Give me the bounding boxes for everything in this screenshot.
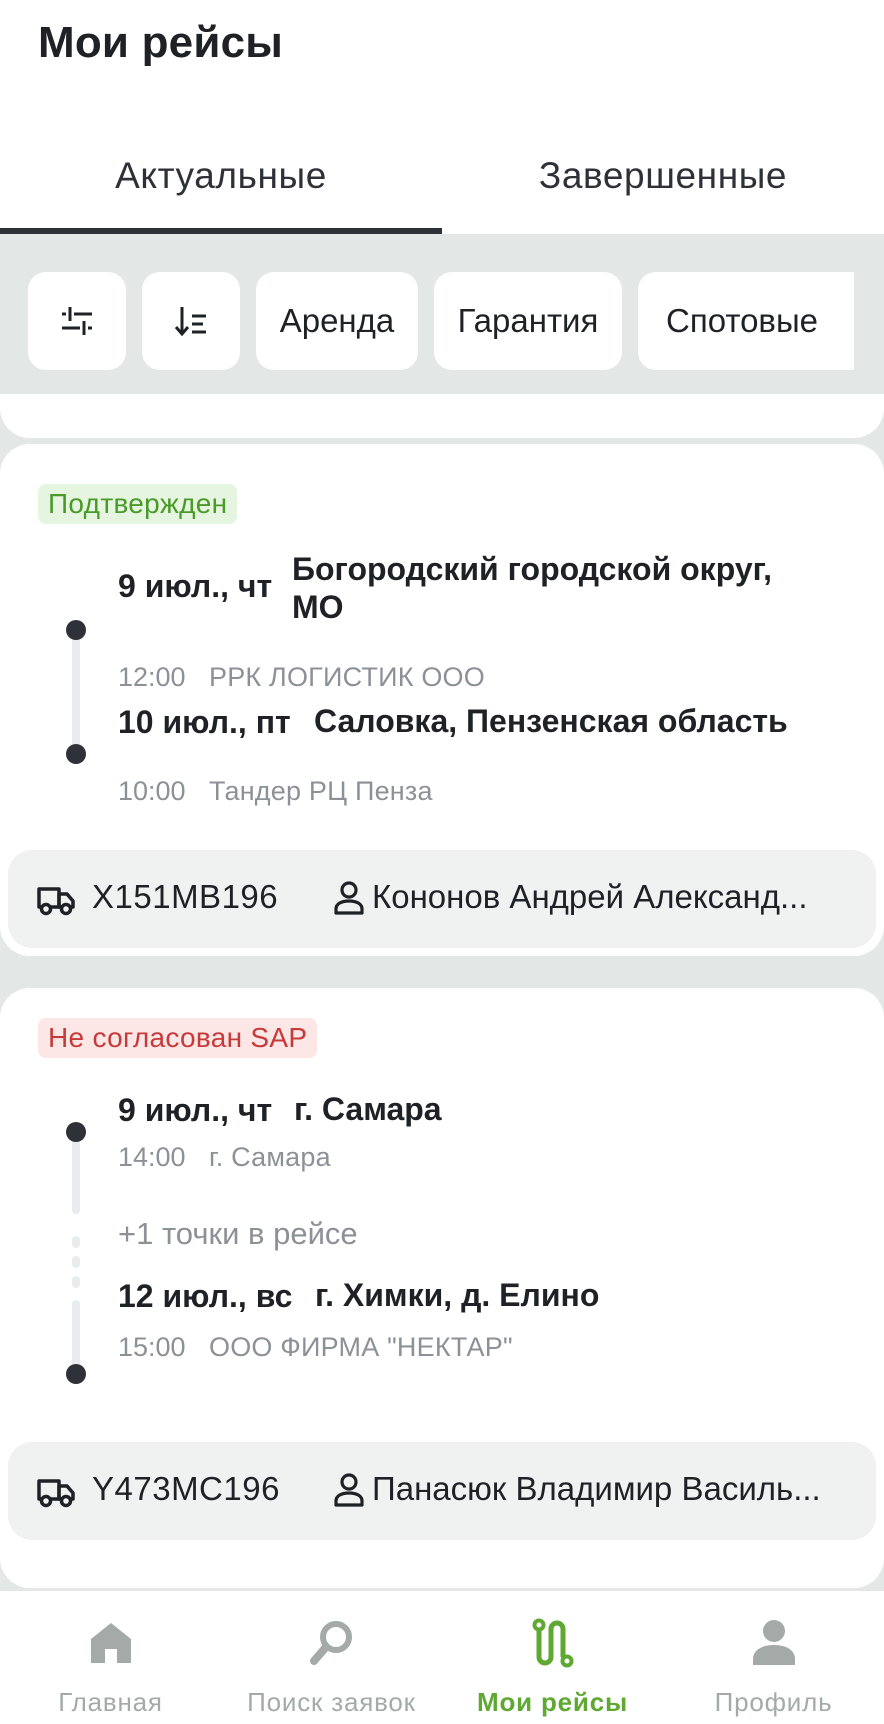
stop-organization: Тандер РЦ Пенза (209, 776, 433, 806)
stop-time: 15:00 (118, 1332, 186, 1362)
stop-organization: г. Самара (209, 1142, 331, 1172)
timeline-line (72, 1132, 80, 1214)
vehicle-driver-row[interactable]: Y473MC196 Панасюк Владимир Василь... (8, 1442, 876, 1540)
person-icon (334, 881, 364, 915)
vehicle-plate: Х151МВ196 (92, 878, 279, 915)
driver-name: Кононов Андрей Александ... (372, 878, 808, 915)
stop-date: 9 июл., чт (118, 568, 273, 604)
previous-trip-card[interactable] (0, 394, 884, 438)
stop-time: 14:00 (118, 1142, 186, 1172)
search-icon (309, 1621, 352, 1665)
driver-name: Панасюк Владимир Василь... (372, 1470, 821, 1507)
tab-completed-trips[interactable]: Завершенные (442, 118, 884, 234)
vehicle-plate: Y473MC196 (92, 1470, 280, 1507)
nav-home[interactable]: Главная (0, 1591, 221, 1724)
stop-place: г. Химки, д. Елино (315, 1277, 600, 1313)
nav-profile-label: Профиль (714, 1687, 833, 1717)
page-title: Мои рейсы (38, 18, 284, 67)
filter-chips-scroll[interactable]: Аренда Гарантия Спотовые (28, 272, 854, 370)
filter-bar: Аренда Гарантия Спотовые (0, 234, 884, 394)
stop-dot (66, 1122, 86, 1142)
stop-place: Богородский городской округ, МО (292, 551, 773, 625)
stop-place: Саловка, Пензенская область (314, 703, 788, 739)
route-icon (532, 1618, 573, 1668)
timeline-line-dash (72, 1236, 80, 1248)
status-badge: Подтвержден (38, 484, 238, 524)
filter-chip-rent[interactable]: Аренда (256, 272, 418, 370)
stop-organization: РРК ЛОГИСТИК ООО (209, 662, 485, 692)
stop-dot (66, 744, 86, 764)
stop-time: 10:00 (118, 776, 186, 806)
stop-date: 9 июл., чт (118, 1092, 273, 1128)
sort-button[interactable] (142, 272, 240, 370)
nav-home-label: Главная (58, 1687, 163, 1717)
nav-search[interactable]: Поиск заявок (221, 1591, 442, 1724)
app-header: Мои рейсы (0, 0, 884, 110)
status-badge: Не согласован SAP (38, 1018, 318, 1058)
filter-chip-spot[interactable]: Спотовые (638, 272, 854, 370)
truck-icon (37, 1479, 75, 1508)
timeline-line (72, 630, 80, 748)
sort-icon (174, 307, 206, 337)
nav-my-trips-label: Мои рейсы (477, 1687, 628, 1717)
filter-settings-button[interactable] (28, 272, 126, 370)
nav-search-label: Поиск заявок (247, 1687, 416, 1717)
vehicle-driver-row[interactable]: Х151МВ196 Кононов Андрей Александ... (8, 850, 876, 948)
stop-date: 12 июл., вс (118, 1278, 293, 1314)
stop-place: г. Самара (294, 1091, 442, 1127)
stop-date: 10 июл., пт (118, 704, 291, 740)
timeline-line-dash (72, 1276, 80, 1288)
stop-time: 12:00 (118, 662, 186, 692)
tab-bar: Актуальные Завершенные (0, 118, 884, 234)
stop-organization: ООО ФИРМА "НЕКТАР" (209, 1332, 513, 1362)
trip-card[interactable]: Подтвержден 9 июл., чт Богородский город… (0, 444, 884, 956)
timeline-line (72, 1300, 80, 1372)
trip-card[interactable]: Не согласован SAP 9 июл., чт г. Самара 1… (0, 988, 884, 1588)
timeline-line-dash (72, 1256, 80, 1268)
filter-sliders-icon (62, 307, 92, 335)
profile-icon (752, 1620, 795, 1665)
person-icon (334, 1473, 364, 1507)
nav-profile[interactable]: Профиль (663, 1591, 884, 1724)
stop-dot (66, 620, 86, 640)
home-icon (90, 1623, 131, 1663)
stop-dot (66, 1364, 86, 1384)
extra-points-label[interactable]: +1 точки в рейсе (118, 1216, 358, 1252)
trips-content[interactable]: Аренда Гарантия Спотовые Подтвержден 9 и… (0, 234, 884, 1590)
filter-chip-guarantee[interactable]: Гарантия (434, 272, 622, 370)
nav-my-trips[interactable]: Мои рейсы (442, 1591, 663, 1724)
truck-icon (37, 887, 75, 916)
tab-active-trips[interactable]: Актуальные (0, 118, 442, 234)
bottom-navigation: Главная Поиск заявок Мои рейсы Профиль (0, 1590, 884, 1724)
